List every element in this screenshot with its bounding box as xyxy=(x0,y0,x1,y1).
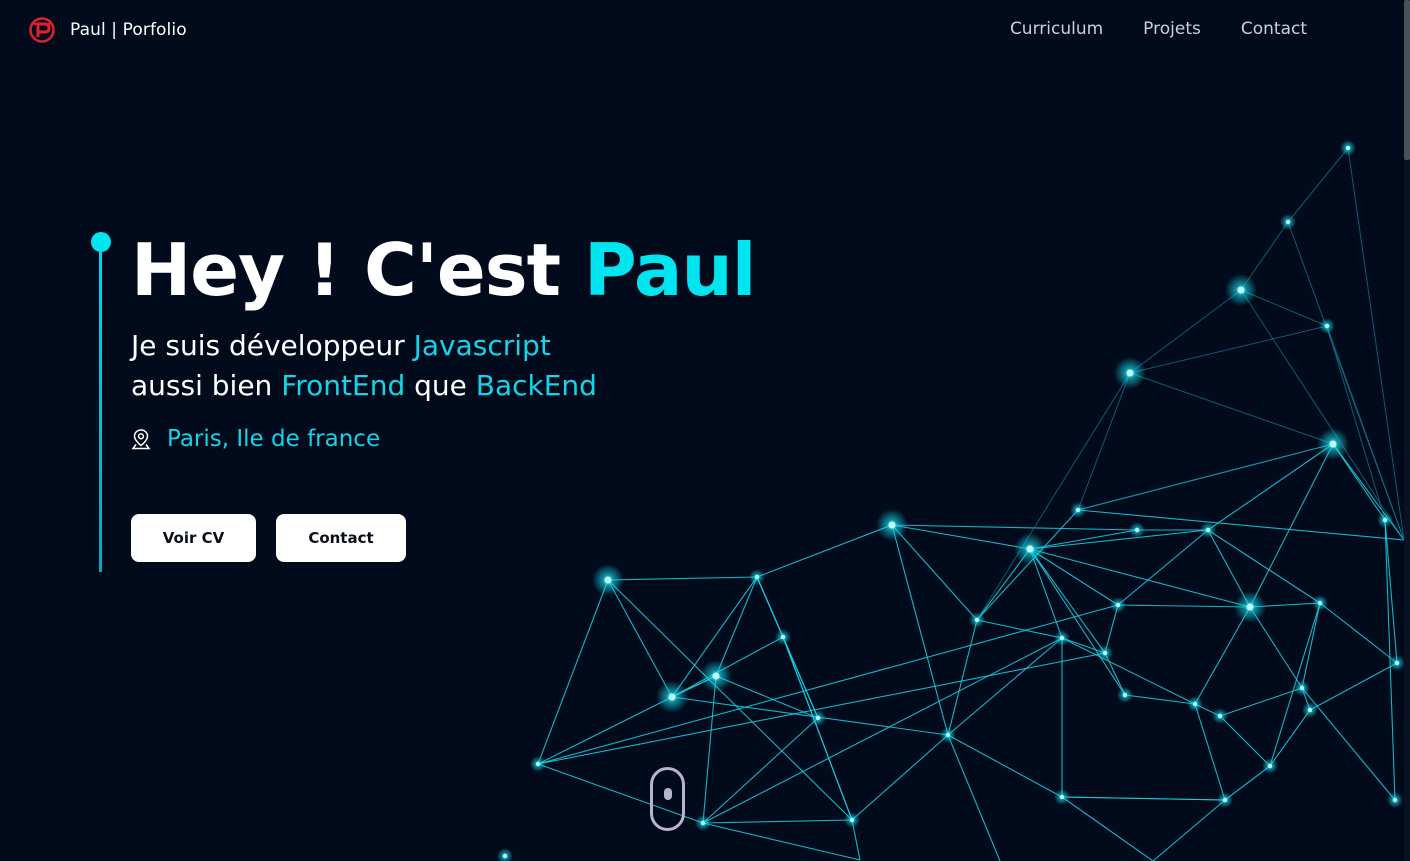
line1-text: Je suis développeur xyxy=(131,329,414,362)
navbar: Paul | Porfolio Curriculum Projets Conta… xyxy=(0,0,1404,62)
scrollbar-thumb[interactable] xyxy=(1404,0,1410,160)
hero-subtitle: Je suis développeur Javascript aussi bie… xyxy=(131,326,597,406)
hero-section: Hey ! C'est Paul Je suis développeur Jav… xyxy=(0,0,1404,861)
page-scrollbar[interactable] xyxy=(1404,0,1410,861)
nav-link-curriculum[interactable]: Curriculum xyxy=(1010,19,1103,39)
hero-title-start: Hey ! C'est xyxy=(131,228,585,312)
scroll-mouse-icon[interactable] xyxy=(650,767,685,831)
line2-accent-frontend: FrontEnd xyxy=(281,369,406,402)
hero-subtitle-line-2: aussi bien FrontEnd que BackEnd xyxy=(131,366,597,406)
line2-accent-backend: BackEnd xyxy=(475,369,597,402)
line1-accent: Javascript xyxy=(413,329,551,362)
hero-title: Hey ! C'est Paul xyxy=(131,226,756,314)
p-logo-icon xyxy=(29,17,55,43)
location-pin-icon xyxy=(131,429,151,450)
hero-subtitle-line-1: Je suis développeur Javascript xyxy=(131,326,597,366)
hero-title-name: Paul xyxy=(584,228,756,312)
location: Paris, Ile de france xyxy=(131,426,380,452)
nav-links: Curriculum Projets Contact xyxy=(1010,19,1307,39)
timeline-line xyxy=(99,250,102,572)
scroll-wheel xyxy=(664,788,672,800)
line2-text: aussi bien xyxy=(131,369,282,402)
location-text: Paris, Ile de france xyxy=(167,426,381,452)
contact-button[interactable]: Contact xyxy=(276,514,406,562)
line2-mid: que xyxy=(405,369,476,402)
voir-cv-button[interactable]: Voir CV xyxy=(131,514,256,562)
brand-home-link[interactable]: Paul | Porfolio xyxy=(28,16,187,44)
nav-link-contact[interactable]: Contact xyxy=(1241,19,1307,39)
timeline-dot xyxy=(91,232,111,252)
brand-text: Paul | Porfolio xyxy=(70,20,187,40)
nav-link-projets[interactable]: Projets xyxy=(1143,19,1201,39)
